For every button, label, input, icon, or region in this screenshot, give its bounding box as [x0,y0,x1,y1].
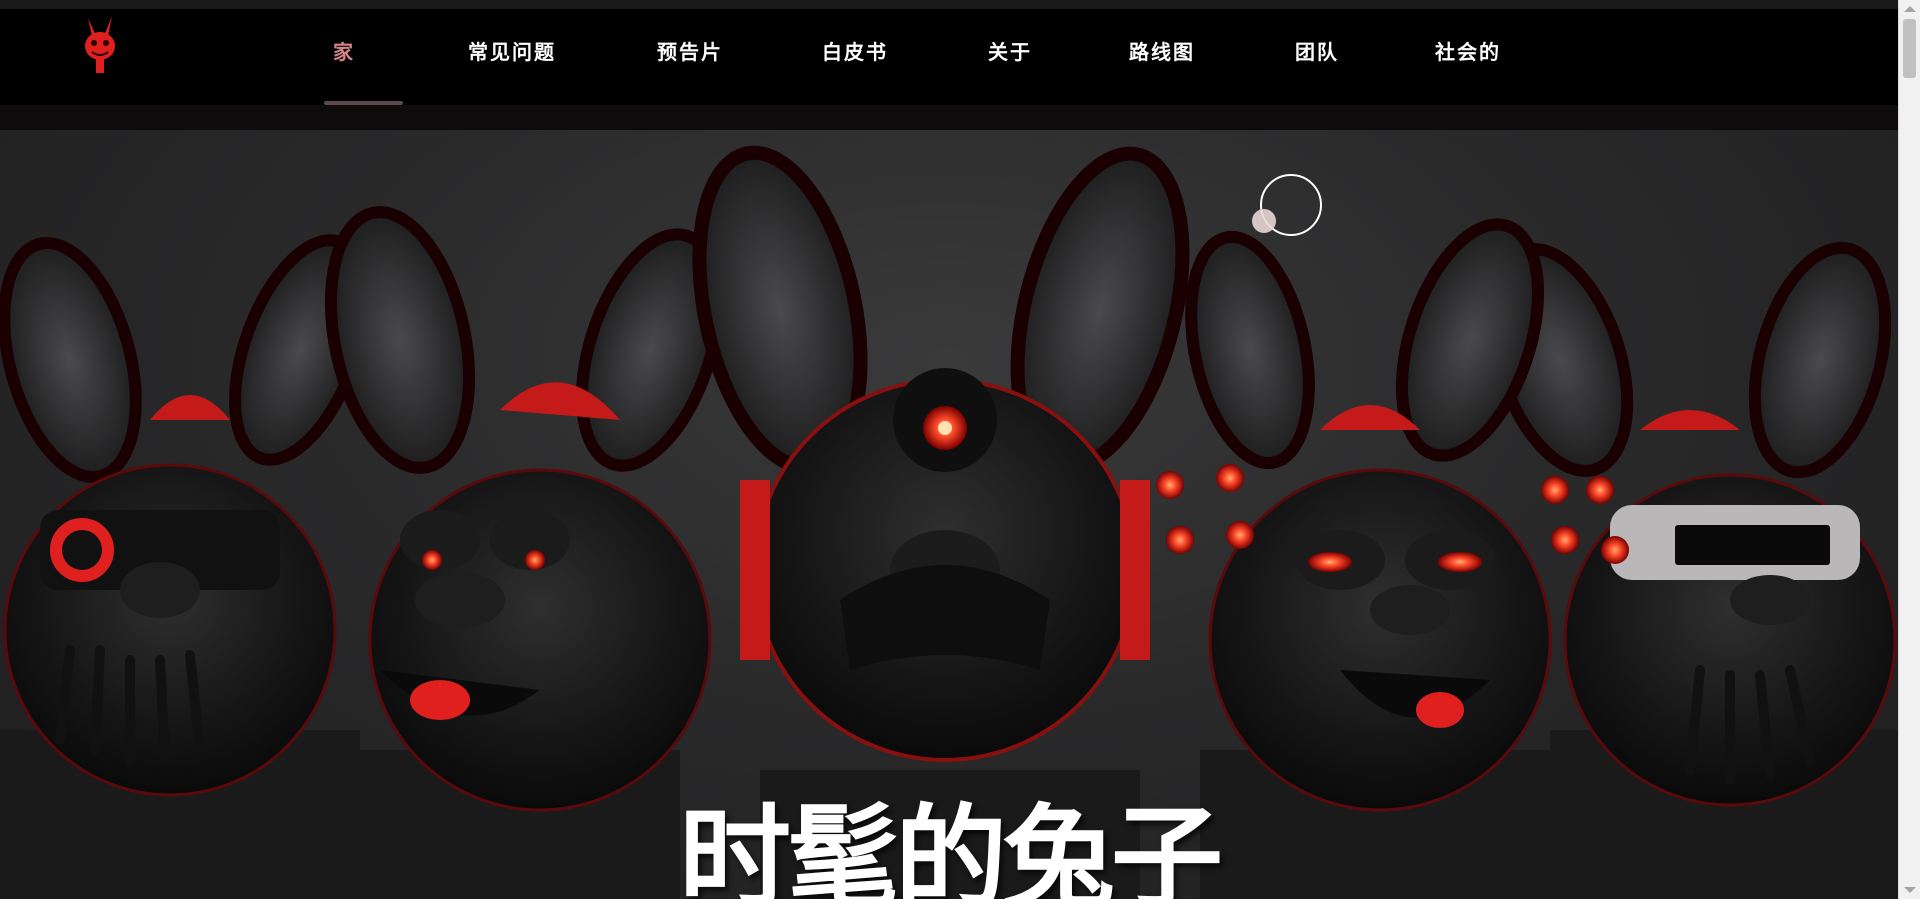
scroll-up-arrow-icon[interactable] [1904,6,1916,12]
top-strip [0,0,1898,9]
hero-banner: 时髦的兔子 [0,130,1898,899]
nav-item-home[interactable]: 家 [324,36,364,76]
scroll-down-arrow-icon[interactable] [1904,887,1916,893]
nav-item-team[interactable]: 团队 [1295,36,1339,76]
navbar-shadow [0,105,1898,130]
nav-item-whitepaper[interactable]: 白皮书 [822,36,888,76]
hero-title: 时髦的兔子 [679,794,1223,899]
nav-item-about[interactable]: 关于 [988,36,1032,76]
nav-active-underline [324,101,403,105]
nav-item-social[interactable]: 社会的 [1435,36,1501,76]
vertical-scrollbar[interactable] [1898,0,1920,899]
rabbit-logo-icon[interactable] [74,14,126,78]
nav-item-roadmap[interactable]: 路线图 [1129,36,1195,76]
custom-cursor-dot [1252,209,1276,233]
navbar [0,9,1898,105]
nav-item-trailer[interactable]: 预告片 [657,36,723,76]
scrollbar-thumb[interactable] [1903,19,1916,78]
nav-item-faq[interactable]: 常见问题 [468,36,556,76]
